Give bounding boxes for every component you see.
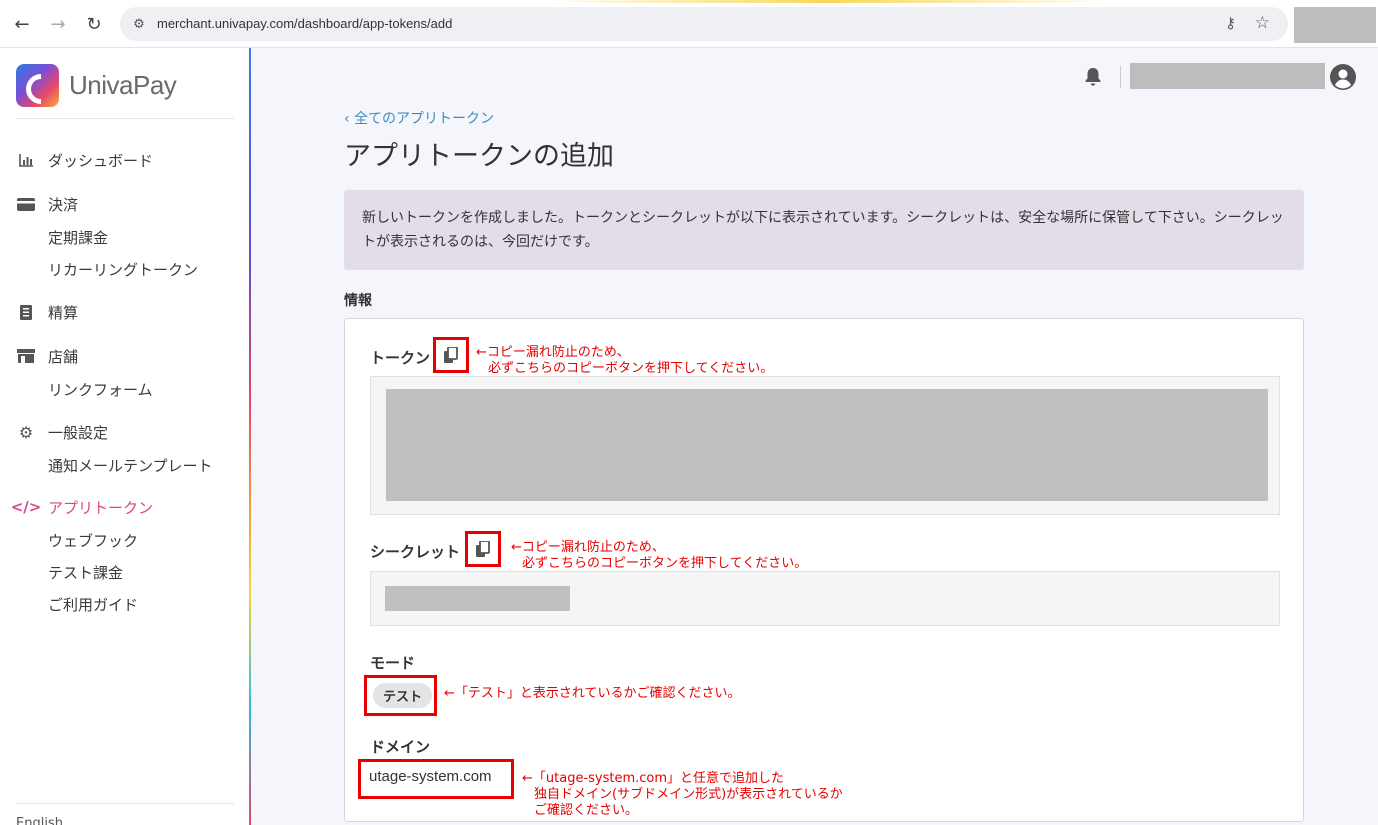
token-label: トークン [370, 349, 431, 367]
sidebar-item-label: 決済 [48, 195, 79, 214]
back-arrow-icon[interactable]: ← [10, 12, 34, 36]
loading-bar [0, 0, 1378, 3]
secret-value-box[interactable] [370, 571, 1280, 626]
sidebar-item-stores[interactable]: 店舗 [16, 344, 78, 368]
redacted-token-value [386, 389, 1268, 501]
mode-annotation: ←「テスト」と表示されているかご確認ください。 [444, 686, 741, 701]
sidebar-item-label: 店舗 [48, 347, 79, 366]
bell-icon[interactable] [1084, 67, 1102, 87]
page-title: アプリトークンの追加 [344, 141, 614, 172]
bar-chart-icon [16, 153, 36, 167]
url-text[interactable]: merchant.univapay.com/dashboard/app-toke… [157, 16, 452, 31]
brand-name: UnivaPay [69, 70, 177, 100]
redacted-profile[interactable] [1294, 7, 1376, 43]
address-bar[interactable]: ⚙ merchant.univapay.com/dashboard/app-to… [120, 7, 1288, 41]
sidebar-item-app-tokens[interactable]: </> アプリトークン [10, 495, 154, 519]
domain-annotation-line2: 独自ドメイン(サブドメイン形式)が表示されているか [534, 787, 843, 802]
copy-icon [476, 541, 490, 557]
domain-annotation-line1: ←「utage-system.com」と任意で追加した [522, 771, 785, 786]
code-icon: </> [10, 498, 42, 516]
sidebar-item-link-form[interactable]: リンクフォーム [48, 379, 153, 400]
sidebar-item-user-guide[interactable]: ご利用ガイド [48, 594, 138, 615]
copy-token-button[interactable] [433, 337, 469, 373]
token-copy-annotation-line2: 必ずこちらのコピーボタンを押下してください。 [488, 361, 774, 376]
copy-secret-button[interactable] [465, 531, 501, 567]
language-switch[interactable]: English [16, 816, 63, 825]
sidebar-item-subscriptions[interactable]: 定期課金 [48, 227, 108, 248]
sidebar-divider [16, 118, 234, 119]
sidebar-item-webhooks[interactable]: ウェブフック [48, 530, 138, 551]
user-avatar-icon[interactable] [1329, 63, 1357, 91]
forward-arrow-icon[interactable]: → [46, 12, 70, 36]
sidebar-item-label: ダッシュボード [48, 151, 154, 170]
token-info-card: トークン ←コピー漏れ防止のため、 必ずこちらのコピーボタンを押下してください。… [344, 318, 1304, 822]
credit-card-icon [16, 197, 36, 211]
header-separator [1120, 66, 1121, 88]
sidebar-item-label: 精算 [48, 303, 79, 322]
sidebar: UnivaPay ダッシュボード 決済 定期課金 リカーリングトークン 精算 店… [0, 48, 250, 825]
secret-copy-annotation-line2: 必ずこちらのコピーボタンを押下してください。 [522, 556, 808, 571]
univapay-logo-icon [16, 64, 59, 107]
reload-icon[interactable]: ↻ [82, 12, 106, 36]
domain-value: utage-system.com [369, 768, 492, 785]
sidebar-item-settlements[interactable]: 精算 [16, 300, 78, 324]
sidebar-divider [16, 803, 234, 804]
mode-label: モード [370, 654, 416, 672]
sidebar-item-payments[interactable]: 決済 [16, 192, 78, 216]
back-to-app-tokens-link[interactable]: ‹ 全てのアプリトークン [344, 108, 494, 128]
site-settings-icon[interactable]: ⚙ [130, 15, 148, 33]
domain-label: ドメイン [370, 738, 431, 756]
bookmark-star-icon[interactable]: ☆ [1255, 13, 1270, 33]
secret-label: シークレット [370, 543, 461, 561]
store-icon [16, 349, 36, 363]
section-label-info: 情報 [344, 293, 372, 309]
secret-copy-annotation-line1: ←コピー漏れ防止のため、 [511, 540, 665, 555]
sidebar-item-label: 一般設定 [48, 423, 109, 442]
sidebar-item-dashboard[interactable]: ダッシュボード [16, 148, 153, 172]
sidebar-item-general-settings[interactable]: ⚙ 一般設定 [16, 420, 108, 444]
gear-icon: ⚙ [18, 422, 34, 442]
key-icon[interactable]: ⚷ [1225, 14, 1236, 32]
notice-banner: 新しいトークンを作成しました。トークンとシークレットが以下に表示されています。シ… [344, 190, 1304, 270]
token-copy-annotation-line1: ←コピー漏れ防止のため、 [476, 345, 630, 360]
sidebar-item-recurring-tokens[interactable]: リカーリングトークン [48, 259, 198, 280]
redacted-secret-value [385, 586, 570, 611]
mode-highlight-frame: テスト [364, 675, 437, 716]
sidebar-item-test-charge[interactable]: テスト課金 [48, 562, 123, 583]
sidebar-item-label: アプリトークン [48, 498, 154, 517]
receipt-icon [16, 304, 36, 320]
sidebar-item-email-templates[interactable]: 通知メールテンプレート [48, 455, 213, 476]
browser-toolbar: ← → ↻ ⚙ merchant.univapay.com/dashboard/… [0, 0, 1378, 48]
redacted-user-name[interactable] [1130, 63, 1325, 89]
copy-icon [444, 347, 458, 363]
domain-highlight-frame: utage-system.com [358, 759, 514, 799]
token-value-box[interactable] [370, 376, 1280, 515]
main-content: ‹ 全てのアプリトークン アプリトークンの追加 新しいトークンを作成しました。ト… [251, 48, 1378, 825]
brand-logo[interactable]: UnivaPay [16, 64, 177, 107]
mode-badge: テスト [373, 683, 433, 708]
domain-annotation-line3: ご確認ください。 [534, 803, 639, 818]
